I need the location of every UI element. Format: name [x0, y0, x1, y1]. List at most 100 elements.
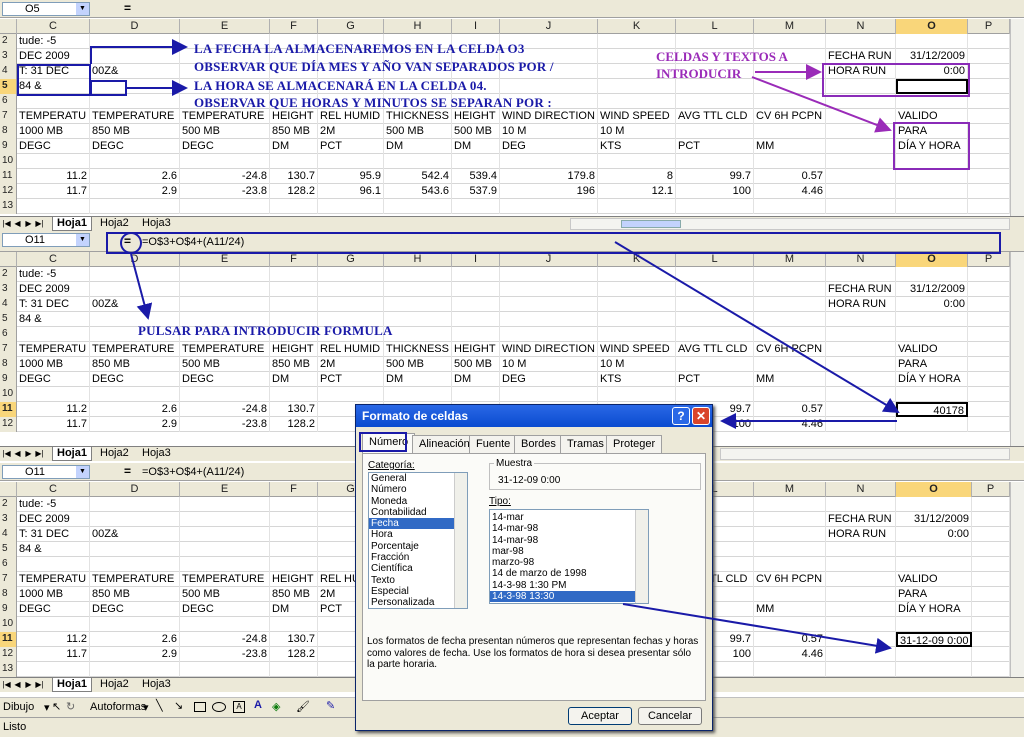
column-header[interactable]: N: [826, 482, 896, 497]
name-box[interactable]: O11 ▼: [2, 233, 90, 247]
row-header[interactable]: 9: [0, 602, 17, 617]
cell-f3[interactable]: [270, 512, 318, 527]
column-header[interactable]: D: [90, 252, 180, 267]
cell-k7[interactable]: WIND SPEED: [598, 109, 676, 124]
cell-c10[interactable]: [17, 387, 90, 402]
category-item[interactable]: Científica: [369, 563, 467, 574]
cell-d12[interactable]: 2.9: [90, 647, 180, 662]
cell-c7[interactable]: TEMPERATU: [17, 572, 90, 587]
wordart-icon[interactable]: A: [254, 699, 262, 711]
cell-n6[interactable]: [826, 327, 896, 342]
cell-p6[interactable]: [972, 557, 1010, 572]
cell-o8[interactable]: PARA: [896, 587, 972, 602]
row-header[interactable]: 12: [0, 184, 17, 199]
cell-g3[interactable]: [318, 282, 384, 297]
cell-n9[interactable]: [826, 372, 896, 387]
cell-m7[interactable]: CV 6H PCPN: [754, 342, 826, 357]
cell-i9[interactable]: DM: [452, 372, 500, 387]
cell-l8[interactable]: [676, 357, 754, 372]
row-header[interactable]: 8: [0, 587, 17, 602]
formula-equals-button[interactable]: =: [124, 464, 131, 478]
cell-j12[interactable]: 196: [500, 184, 598, 199]
cell-p9[interactable]: [968, 139, 1010, 154]
select-all-corner[interactable]: [0, 482, 17, 497]
cell-m10[interactable]: [754, 617, 826, 632]
cell-k12[interactable]: 12.1: [598, 184, 676, 199]
cell-d12[interactable]: 2.9: [90, 184, 180, 199]
cell-c3[interactable]: DEC 2009: [17, 512, 90, 527]
cell-d5[interactable]: [90, 542, 180, 557]
row-header[interactable]: 10: [0, 154, 17, 169]
cell-i13[interactable]: [452, 199, 500, 214]
cell-k2[interactable]: [598, 34, 676, 49]
cell-d13[interactable]: [90, 199, 180, 214]
cell-c9[interactable]: DEGC: [17, 372, 90, 387]
cell-f9[interactable]: DM: [270, 602, 318, 617]
dropdown-arrow-icon[interactable]: ▾: [44, 701, 50, 714]
type-item[interactable]: marzo-98: [490, 557, 648, 568]
cell-c6[interactable]: [17, 327, 90, 342]
cell-m6[interactable]: [754, 327, 826, 342]
cell-l10[interactable]: [676, 154, 754, 169]
cell-p5[interactable]: [968, 312, 1010, 327]
type-item[interactable]: 14-3-98 13:30: [490, 591, 648, 603]
cell-d8[interactable]: 850 MB: [90, 587, 180, 602]
cell-o7[interactable]: VALIDO: [896, 342, 968, 357]
cell-n3[interactable]: FECHA RUN: [826, 512, 896, 527]
column-header[interactable]: M: [754, 252, 826, 267]
cell-i9[interactable]: DM: [452, 139, 500, 154]
cell-l5[interactable]: [676, 312, 754, 327]
aceptar-button[interactable]: Aceptar: [568, 707, 632, 725]
vertical-scrollbar[interactable]: [1010, 19, 1024, 216]
cell-i2[interactable]: [452, 267, 500, 282]
cell-g7[interactable]: REL HUMID: [318, 109, 384, 124]
cell-h7[interactable]: THICKNESS: [384, 109, 452, 124]
cell-g4[interactable]: [318, 297, 384, 312]
row-header[interactable]: 7: [0, 342, 17, 357]
cell-o10[interactable]: [896, 617, 972, 632]
cell-e7[interactable]: TEMPERATURE: [180, 572, 270, 587]
column-header[interactable]: O: [896, 482, 972, 497]
cell-i8[interactable]: 500 MB: [452, 124, 500, 139]
type-item[interactable]: mar-98: [490, 546, 648, 557]
fill-color-icon[interactable]: 🖌: [296, 700, 310, 713]
sheet-tab-hoja1[interactable]: Hoja1: [52, 678, 92, 692]
cell-j6[interactable]: [500, 327, 598, 342]
row-header[interactable]: 11: [0, 169, 17, 184]
cell-j5[interactable]: [500, 79, 598, 94]
autoformas-menu[interactable]: Autoformas: [90, 701, 146, 713]
cell-f2[interactable]: [270, 267, 318, 282]
cell-d12[interactable]: 2.9: [90, 417, 180, 432]
row-header[interactable]: 6: [0, 557, 17, 572]
cell-p12[interactable]: [968, 417, 1010, 432]
cell-m11[interactable]: 0.57: [754, 169, 826, 184]
cell-h9[interactable]: DM: [384, 372, 452, 387]
cell-p8[interactable]: [972, 587, 1010, 602]
cell-e2[interactable]: [180, 497, 270, 512]
column-header[interactable]: D: [90, 482, 180, 497]
cell-n9[interactable]: [826, 139, 896, 154]
column-header[interactable]: M: [754, 482, 826, 497]
cell-c8[interactable]: 1000 MB: [17, 124, 90, 139]
cell-m5[interactable]: [754, 79, 826, 94]
cell-h2[interactable]: [384, 267, 452, 282]
cell-k13[interactable]: [598, 199, 676, 214]
type-item[interactable]: 14-mar-98: [490, 535, 648, 546]
last-sheet-icon[interactable]: ▶|: [35, 218, 44, 229]
cell-c5[interactable]: 84 &: [17, 542, 90, 557]
cell-h3[interactable]: [384, 282, 452, 297]
cell-p12[interactable]: [968, 184, 1010, 199]
cell-n8[interactable]: [826, 357, 896, 372]
cell-m11[interactable]: 0.57: [754, 402, 826, 417]
cell-c9[interactable]: DEGC: [17, 602, 90, 617]
cell-k10[interactable]: [598, 154, 676, 169]
chevron-down-icon[interactable]: ▼: [76, 3, 89, 15]
sheet-tab-hoja3[interactable]: Hoja3: [138, 678, 175, 692]
cell-d9[interactable]: DEGC: [90, 602, 180, 617]
column-header[interactable]: N: [826, 19, 896, 34]
cell-f9[interactable]: DM: [270, 372, 318, 387]
cell-n3[interactable]: FECHA RUN: [826, 49, 896, 64]
cell-f7[interactable]: HEIGHT: [270, 572, 318, 587]
cell-j10[interactable]: [500, 387, 598, 402]
cell-n11[interactable]: [826, 169, 896, 184]
